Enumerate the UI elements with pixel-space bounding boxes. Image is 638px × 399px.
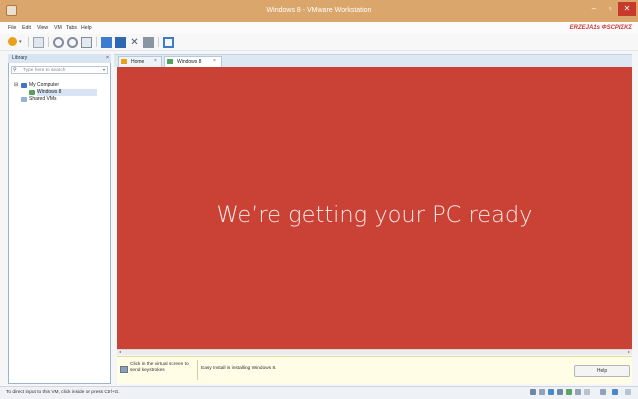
sound-icon[interactable] <box>566 389 572 395</box>
menu-help[interactable]: Help <box>81 22 92 34</box>
vm-icon <box>29 90 35 95</box>
vm-status-message: We’re getting your PC ready <box>216 202 533 228</box>
library-close-icon[interactable]: × <box>104 54 111 63</box>
message-icon[interactable] <box>600 389 606 395</box>
minimize-icon[interactable]: – <box>586 2 602 16</box>
toolbar-separator <box>158 37 159 47</box>
toolbar-separator <box>96 37 97 47</box>
status-text: To direct input to this VM, click inside… <box>6 390 120 395</box>
cd-icon[interactable] <box>539 389 545 395</box>
menu-vm[interactable]: VM <box>54 22 62 34</box>
library-title: Library <box>8 54 111 63</box>
vm-tab-icon <box>167 59 173 64</box>
menu-file[interactable]: File <box>8 22 16 34</box>
library-panel <box>8 54 111 384</box>
search-icon: ⚲ <box>13 67 17 73</box>
shared-icon <box>21 97 27 102</box>
window-title: Windows 8 - VMware Workstation <box>266 7 372 14</box>
tab-home-close-icon[interactable]: × <box>154 56 160 67</box>
scroll-right-icon[interactable]: ▸ <box>626 349 632 355</box>
usb-icon[interactable] <box>557 389 563 395</box>
close-icon[interactable]: ✕ <box>618 2 636 16</box>
tree-collapse-icon[interactable]: ⊟ <box>14 82 20 89</box>
thumbnail-icon[interactable] <box>115 37 126 48</box>
console-view-icon[interactable] <box>163 37 174 48</box>
computer-icon <box>21 83 27 88</box>
scroll-left-icon[interactable]: ◂ <box>117 349 123 355</box>
snapshot-icon[interactable] <box>53 37 64 48</box>
menu-edit[interactable]: Edit <box>22 22 31 34</box>
tree-item-shared-vms[interactable]: Shared VMs <box>29 96 99 103</box>
revert-icon[interactable] <box>67 37 78 48</box>
home-icon <box>121 59 127 64</box>
display-icon[interactable] <box>584 389 590 395</box>
search-dropdown-icon[interactable]: ▾ <box>101 66 107 74</box>
watermark-text: ERZEJA1s ΦSCPΙΣΚΣ <box>569 25 632 31</box>
send-keys-icon[interactable] <box>33 37 44 48</box>
menu-view[interactable]: View <box>37 22 48 34</box>
library-search-input[interactable]: Type here to search <box>11 66 108 74</box>
show-library-icon[interactable] <box>101 37 112 48</box>
hint-click-text: Click in the virtual screen to send keys… <box>130 362 189 373</box>
power-dropdown-icon[interactable]: ▾ <box>19 38 25 46</box>
hdd-icon[interactable] <box>530 389 536 395</box>
power-icon[interactable] <box>8 37 17 46</box>
fullscreen-icon[interactable]: ✕ <box>129 37 140 48</box>
tree-item-windows-8[interactable]: Windows 8 <box>37 89 97 96</box>
printer-icon[interactable] <box>575 389 581 395</box>
menu-tabs[interactable]: Tabs <box>66 22 77 34</box>
keyboard-hint-icon <box>120 366 128 373</box>
tab-windows-8-close-icon[interactable]: × <box>213 56 219 67</box>
unity-icon[interactable] <box>143 37 154 48</box>
help-button[interactable]: Help <box>574 365 630 377</box>
hint-divider <box>197 360 198 380</box>
fit-guest-icon[interactable] <box>612 389 618 395</box>
horizontal-scrollbar[interactable] <box>117 349 632 355</box>
toolbar-separator <box>28 37 29 47</box>
maximize-icon[interactable]: ▫ <box>602 2 618 16</box>
snapshot-manager-icon[interactable] <box>81 37 92 48</box>
resize-grip-icon[interactable] <box>625 389 631 395</box>
network-icon[interactable] <box>548 389 554 395</box>
toolbar-separator <box>48 37 49 47</box>
hint-install-text: Easy Install is installing Windows 8. <box>201 366 277 371</box>
tree-item-my-computer[interactable]: My Computer <box>29 82 99 89</box>
